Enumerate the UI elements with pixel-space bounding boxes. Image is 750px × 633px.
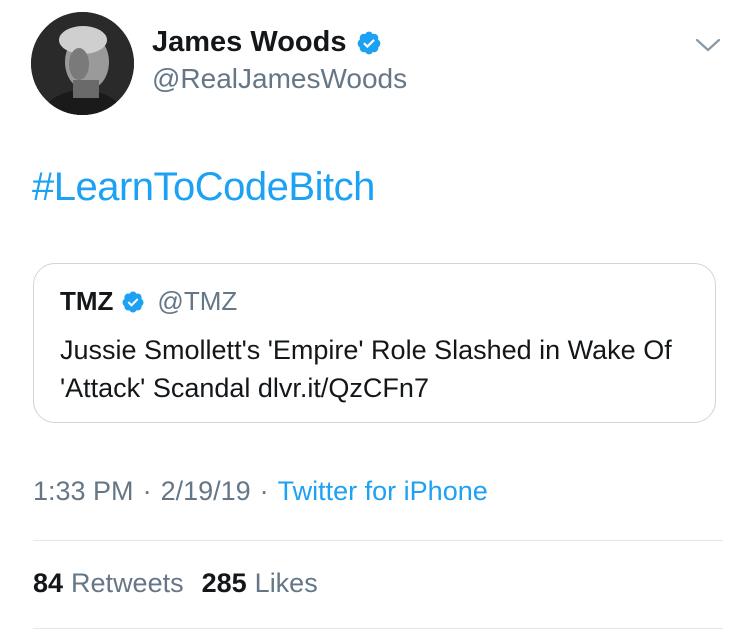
retweets-label: Retweets	[71, 568, 184, 598]
quoted-tweet-text: Jussie Smollett's 'Empire' Role Slashed …	[60, 335, 672, 403]
avatar[interactable]	[31, 12, 134, 115]
meta-separator: ·	[259, 476, 269, 506]
likes-stat[interactable]: 285 Likes	[202, 568, 318, 599]
tweet-meta: 1:33 PM · 2/19/19 · Twitter for iPhone	[33, 476, 488, 507]
tweet-time[interactable]: 1:33 PM	[33, 476, 134, 507]
verified-badge-icon	[121, 290, 145, 314]
meta-separator: ·	[142, 476, 152, 506]
quoted-tweet-header: TMZ @TMZ	[60, 286, 237, 317]
quoted-author-name: TMZ	[60, 286, 114, 316]
tweet-date[interactable]: 2/19/19	[161, 476, 251, 507]
author-name-row[interactable]: James Woods	[152, 26, 382, 59]
quoted-tweet-card[interactable]: TMZ @TMZ Jussie Smollett's 'Empire' Role…	[33, 263, 716, 423]
verified-badge-icon	[356, 30, 382, 56]
chevron-down-icon[interactable]	[694, 36, 722, 54]
author-name[interactable]: James Woods	[152, 26, 346, 59]
retweets-stat[interactable]: 84 Retweets	[33, 568, 184, 599]
likes-label: Likes	[254, 568, 318, 598]
divider	[33, 628, 723, 629]
retweets-count: 84	[33, 568, 64, 598]
author-handle[interactable]: @RealJamesWoods	[152, 63, 407, 95]
tweet-stats: 84 Retweets 285 Likes	[33, 568, 336, 599]
quoted-author-handle: @TMZ	[157, 286, 238, 316]
likes-count: 285	[201, 568, 247, 598]
tweet-text[interactable]: #LearnToCodeBitch	[32, 165, 375, 210]
divider	[33, 540, 723, 541]
avatar-photo	[31, 12, 134, 115]
tweet-source-link[interactable]: Twitter for iPhone	[278, 476, 488, 507]
